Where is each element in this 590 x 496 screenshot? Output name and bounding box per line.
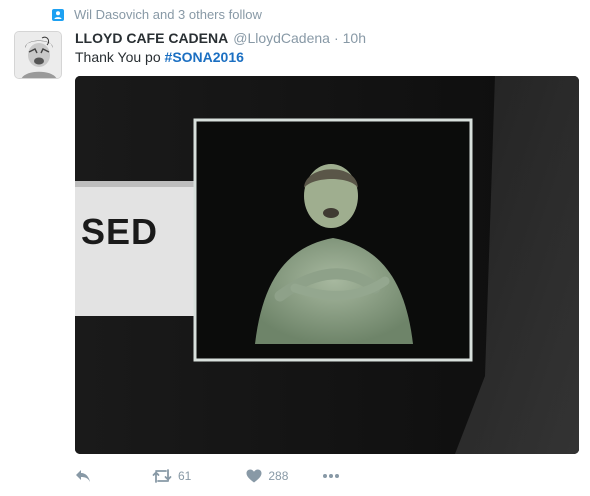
timestamp[interactable]: 10h xyxy=(343,30,366,46)
screen-text: SED xyxy=(81,211,158,252)
fullname[interactable]: LLOYD CAFE CADENA xyxy=(75,30,228,46)
retweet-icon xyxy=(152,469,172,483)
username[interactable]: @LloydCadena xyxy=(233,30,330,46)
reply-icon xyxy=(76,470,90,482)
person-icon xyxy=(52,8,64,21)
avatar[interactable] xyxy=(14,31,62,79)
hashtag-link[interactable]: #SONA2016 xyxy=(165,49,244,65)
heart-icon xyxy=(246,469,262,483)
like-button[interactable]: 288 xyxy=(246,469,288,483)
tweet-header: LLOYD CAFE CADENA @LloydCadena · 10h xyxy=(75,30,366,46)
reply-button[interactable] xyxy=(75,469,91,483)
tweet-actions: 61 288 xyxy=(75,465,340,487)
social-context[interactable]: Wil Dasovich and 3 others follow xyxy=(52,7,262,22)
separator: · xyxy=(333,30,339,46)
tweet-text: Thank You po #SONA2016 xyxy=(75,49,244,65)
retweet-button[interactable]: 61 xyxy=(152,469,191,483)
social-context-text: Wil Dasovich and 3 others follow xyxy=(74,7,262,22)
retweet-count: 61 xyxy=(178,469,192,483)
photo-content: SED xyxy=(75,76,579,454)
tweet-photo[interactable]: SED xyxy=(75,76,579,454)
like-count: 288 xyxy=(268,469,289,483)
more-button[interactable] xyxy=(322,473,340,479)
more-icon xyxy=(323,474,340,478)
tweet-text-body: Thank You po xyxy=(75,49,165,65)
